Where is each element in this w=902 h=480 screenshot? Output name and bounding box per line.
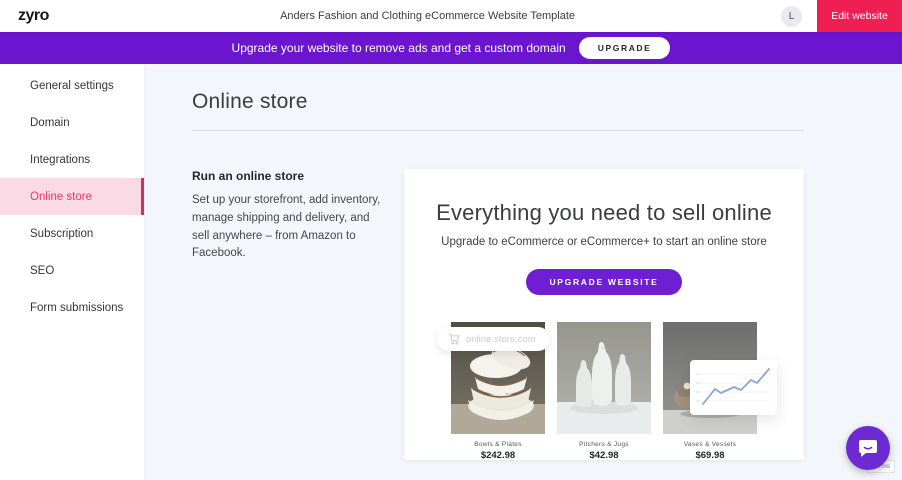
account-avatar[interactable]: L bbox=[781, 6, 802, 27]
top-bar: zyro Anders Fashion and Clothing eCommer… bbox=[0, 0, 902, 32]
ecommerce-upsell-card: Everything you need to sell online Upgra… bbox=[404, 169, 804, 460]
sidebar-item-general-settings[interactable]: General settings bbox=[0, 67, 144, 104]
chat-button[interactable] bbox=[846, 426, 890, 470]
section-heading: Run an online store bbox=[192, 169, 404, 183]
line-chart-icon bbox=[690, 360, 777, 415]
sidebar-item-subscription[interactable]: Subscription bbox=[0, 215, 144, 252]
product-name: Pitchers & Jugs bbox=[557, 441, 651, 448]
sidebar-item-domain[interactable]: Domain bbox=[0, 104, 144, 141]
sidebar-item-online-store[interactable]: Online store bbox=[0, 178, 144, 215]
banner-upgrade-button[interactable]: UPGRADE bbox=[579, 37, 671, 59]
title-divider bbox=[192, 130, 804, 131]
chat-bubble-icon bbox=[856, 436, 880, 460]
section-intro: Run an online store Set up your storefro… bbox=[192, 169, 404, 460]
zyro-logo[interactable]: zyro bbox=[18, 7, 49, 25]
product-name: Vases & Vessels bbox=[663, 441, 757, 448]
section-description: Set up your storefront, add inventory, m… bbox=[192, 192, 386, 263]
cart-icon bbox=[448, 333, 460, 345]
sidebar-item-form-submissions[interactable]: Form submissions bbox=[0, 289, 144, 326]
site-title: Anders Fashion and Clothing eCommerce We… bbox=[280, 10, 575, 22]
card-heading: Everything you need to sell online bbox=[404, 200, 804, 226]
sales-chart-illustration bbox=[690, 360, 777, 415]
product-card-pitchers: Pitchers & Jugs $42.98 bbox=[557, 322, 651, 461]
upgrade-banner-text: Upgrade your website to remove ads and g… bbox=[232, 41, 566, 55]
online-store-section: Run an online store Set up your storefro… bbox=[192, 169, 804, 460]
sidebar-item-integrations[interactable]: Integrations bbox=[0, 141, 144, 178]
edit-website-button[interactable]: Edit website bbox=[817, 0, 902, 32]
sidebar-item-seo[interactable]: SEO bbox=[0, 252, 144, 289]
upgrade-website-button[interactable]: UPGRADE WEBSITE bbox=[526, 269, 681, 295]
settings-sidebar: General settings Domain Integrations Onl… bbox=[0, 64, 145, 480]
store-url-text: online.store.com bbox=[466, 334, 536, 345]
product-price: $42.98 bbox=[557, 450, 651, 461]
store-url-pill: online.store.com bbox=[437, 327, 550, 351]
product-name: Bowls & Plates bbox=[451, 441, 545, 448]
product-price: $242.98 bbox=[451, 450, 545, 461]
product-image-pitchers bbox=[557, 322, 651, 434]
page-title: Online store bbox=[192, 90, 902, 114]
zyro-settings-window: zyro Anders Fashion and Clothing eCommer… bbox=[0, 0, 902, 480]
content-area: General settings Domain Integrations Onl… bbox=[0, 64, 902, 480]
main-panel: Online store Run an online store Set up … bbox=[145, 64, 902, 480]
upgrade-banner: Upgrade your website to remove ads and g… bbox=[0, 32, 902, 64]
product-price: $69.98 bbox=[663, 450, 757, 461]
card-subheading: Upgrade to eCommerce or eCommerce+ to st… bbox=[404, 236, 804, 248]
